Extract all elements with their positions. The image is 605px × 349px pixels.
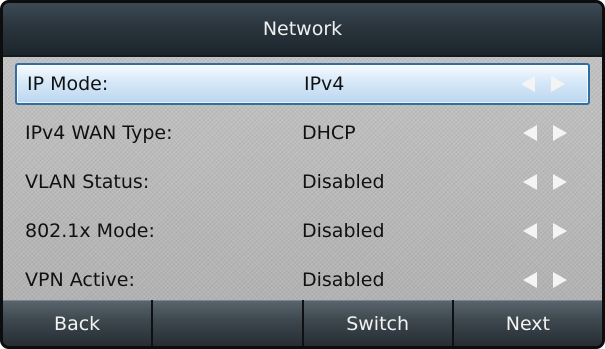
setting-row-8021x-mode[interactable]: 802.1x Mode: Disabled	[15, 210, 590, 252]
setting-label: VPN Active:	[25, 269, 135, 291]
empty-softkey[interactable]	[153, 300, 302, 346]
arrow-left-icon[interactable]	[522, 173, 538, 191]
arrow-right-icon[interactable]	[552, 173, 568, 191]
value-switcher	[522, 222, 568, 240]
setting-value: Disabled	[302, 220, 385, 242]
phone-screen: Network IP Mode: IPv4 IPv4 WAN Type: DHC…	[0, 0, 605, 349]
arrow-right-icon[interactable]	[552, 222, 568, 240]
arrow-right-icon[interactable]	[550, 75, 566, 93]
arrow-right-icon[interactable]	[552, 271, 568, 289]
arrow-right-icon[interactable]	[552, 124, 568, 142]
value-switcher	[522, 173, 568, 191]
screen-title: Network	[3, 3, 602, 57]
arrow-left-icon[interactable]	[520, 75, 536, 93]
value-switcher	[522, 271, 568, 289]
value-switcher	[522, 124, 568, 142]
setting-value: Disabled	[302, 171, 385, 193]
switch-softkey[interactable]: Switch	[303, 300, 452, 346]
arrow-left-icon[interactable]	[522, 222, 538, 240]
arrow-left-icon[interactable]	[522, 271, 538, 289]
back-softkey[interactable]: Back	[3, 300, 152, 346]
setting-value: DHCP	[302, 122, 356, 144]
setting-row-vlan-status[interactable]: VLAN Status: Disabled	[15, 161, 590, 203]
setting-row-ip-mode[interactable]: IP Mode: IPv4	[15, 63, 590, 105]
setting-value: Disabled	[302, 269, 385, 291]
setting-row-vpn-active[interactable]: VPN Active: Disabled	[15, 259, 590, 301]
setting-label: 802.1x Mode:	[25, 220, 155, 242]
arrow-left-icon[interactable]	[522, 124, 538, 142]
settings-list: IP Mode: IPv4 IPv4 WAN Type: DHCP VLAN S…	[3, 57, 602, 304]
next-softkey[interactable]: Next	[453, 300, 602, 346]
setting-label: IPv4 WAN Type:	[25, 122, 173, 144]
setting-label: IP Mode:	[27, 73, 109, 95]
setting-label: VLAN Status:	[25, 171, 150, 193]
value-switcher	[520, 75, 566, 93]
setting-value: IPv4	[304, 73, 345, 95]
setting-row-ipv4-wan-type[interactable]: IPv4 WAN Type: DHCP	[15, 112, 590, 154]
softkey-bar: Back Switch Next	[3, 300, 602, 346]
